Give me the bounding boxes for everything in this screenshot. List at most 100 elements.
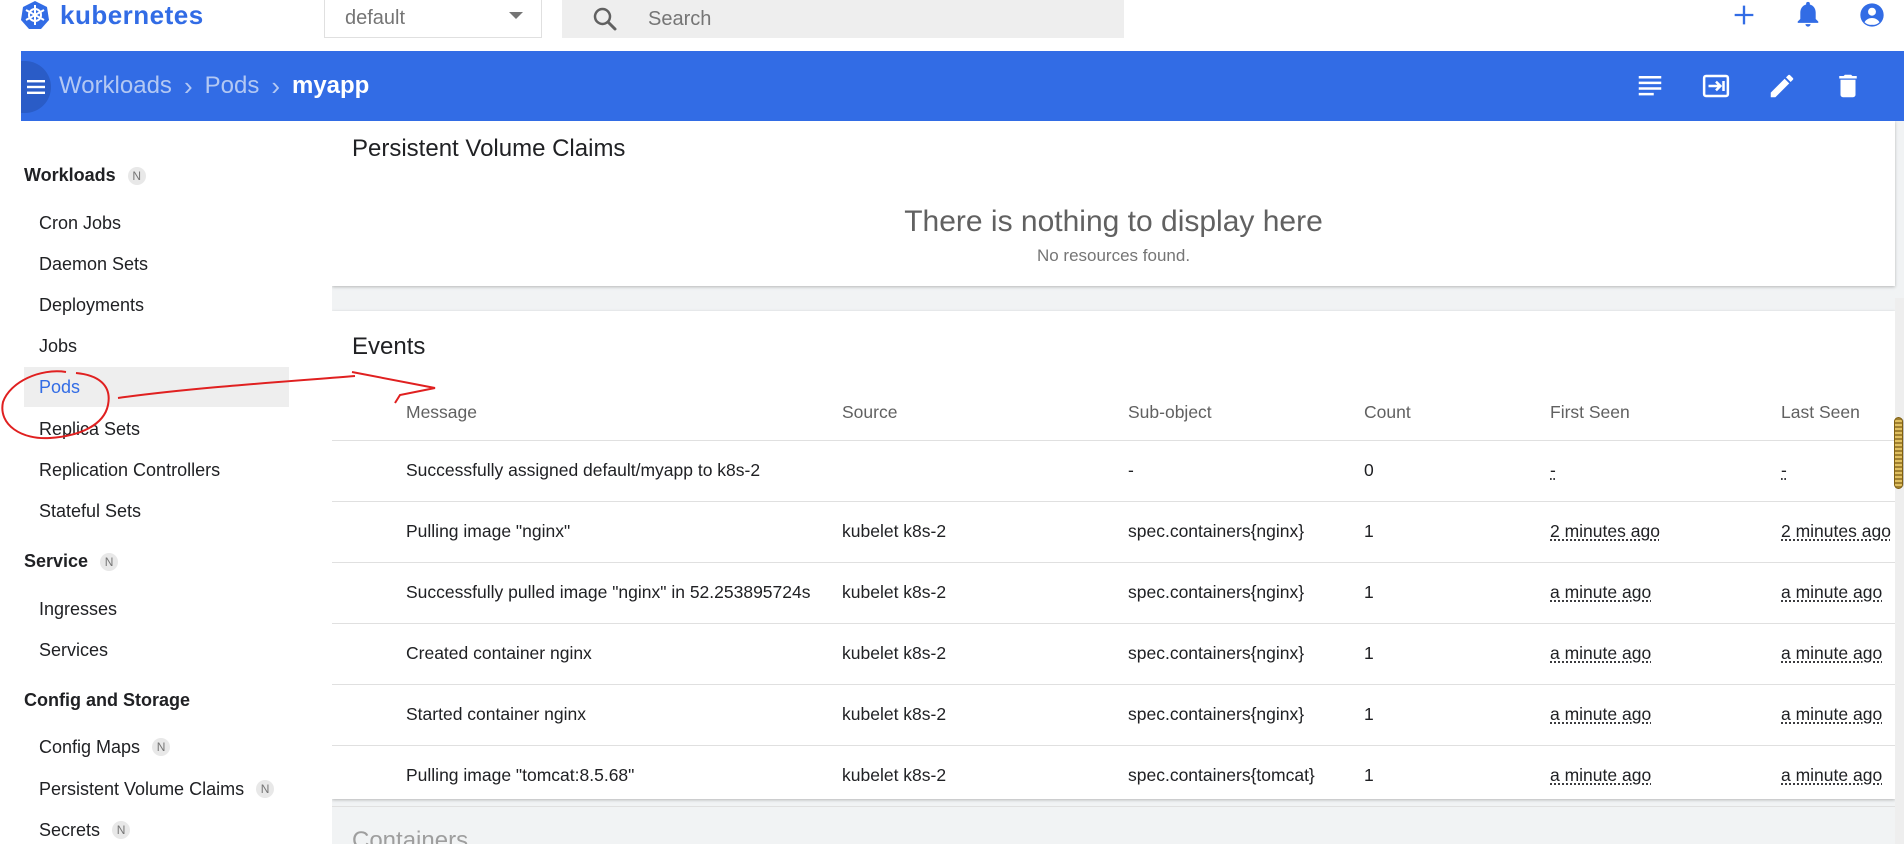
menu-button[interactable] (21, 61, 51, 113)
sidebar-item-label: Secrets (39, 819, 101, 840)
app-logo[interactable]: kubernetes (20, 0, 204, 30)
event-first-seen: a minute ago (1550, 684, 1781, 746)
event-count: 1 (1364, 501, 1550, 563)
logs-icon (1638, 76, 1662, 96)
column-header-first-seen[interactable]: First Seen (1550, 386, 1781, 441)
sidebar-item-daemon-sets[interactable]: Daemon Sets (24, 244, 289, 284)
containers-section-title: Containers (352, 827, 469, 844)
sidebar-item-label: Jobs (39, 335, 78, 356)
event-message: Pulling image "tomcat:8.5.68" (332, 745, 842, 807)
sidebar-item-label: Replica Sets (39, 418, 141, 439)
event-last-seen: a minute ago (1781, 745, 1895, 807)
sidebar-section-service[interactable]: Service N (24, 551, 119, 572)
column-header-source[interactable]: Source (842, 386, 1128, 441)
namespaced-badge: N (256, 780, 275, 798)
sidebar-item-pods[interactable]: Pods (24, 367, 289, 407)
sidebar-item-replication-controllers[interactable]: Replication Controllers (24, 450, 289, 490)
sidebar-section-label: Workloads (24, 165, 116, 185)
sidebar-item-label: Deployments (39, 294, 145, 315)
event-first-seen: a minute ago (1550, 623, 1781, 685)
resource-actions (1634, 51, 1864, 121)
menu-icon (27, 80, 45, 94)
notifications-button[interactable] (1776, 0, 1840, 30)
chevron-right-icon: › (271, 70, 280, 101)
event-subobject: - (1128, 440, 1364, 502)
table-row: Pulling image "nginx" kubelet k8s-2 spec… (332, 501, 1895, 563)
main-content: Persistent Volume Claims There is nothin… (332, 121, 1904, 844)
breadcrumb-workloads[interactable]: Workloads (59, 72, 172, 100)
event-last-seen: 2 minutes ago (1781, 501, 1895, 563)
exec-button[interactable] (1700, 70, 1732, 102)
create-button[interactable] (1712, 0, 1776, 30)
sidebar-item-label: Config Maps (39, 736, 141, 757)
sidebar-item-config-maps[interactable]: Config Maps N (24, 727, 289, 767)
logs-button[interactable] (1634, 70, 1666, 102)
column-header-count[interactable]: Count (1364, 386, 1550, 441)
sidebar-section-config-and-storage[interactable]: Config and Storage (24, 690, 190, 711)
event-last-seen: - (1781, 440, 1895, 502)
sidebar-item-services[interactable]: Services (24, 630, 289, 670)
event-message: Pulling image "nginx" (332, 501, 842, 563)
event-source: kubelet k8s-2 (842, 562, 1128, 624)
search-icon (593, 7, 617, 31)
event-first-seen: - (1550, 440, 1781, 502)
sidebar-item-label: Services (39, 639, 109, 660)
column-header-sub-object[interactable]: Sub-object (1128, 386, 1364, 441)
last-seen-time: a minute ago (1781, 643, 1883, 663)
caret-down-icon (509, 12, 523, 19)
event-count: 1 (1364, 684, 1550, 746)
table-row: Created container nginx kubelet k8s-2 sp… (332, 623, 1895, 685)
namespace-select[interactable]: default (324, 0, 542, 38)
search-bar (562, 0, 1124, 38)
page-toolbar: Workloads › Pods › myapp (21, 51, 1904, 121)
table-row: Successfully assigned default/myapp to k… (332, 440, 1895, 502)
scrollbar[interactable] (1895, 298, 1904, 844)
bell-icon (1797, 1, 1819, 27)
edit-icon (1770, 74, 1794, 98)
sidebar-item-stateful-sets[interactable]: Stateful Sets (24, 491, 289, 531)
sidebar-item-secrets[interactable]: Secrets N (24, 810, 289, 844)
event-subobject: spec.containers{nginx} (1128, 623, 1364, 685)
last-seen-time: a minute ago (1781, 582, 1883, 602)
event-last-seen: a minute ago (1781, 562, 1895, 624)
breadcrumb: Workloads › Pods › myapp (59, 51, 369, 121)
edit-button[interactable] (1766, 70, 1798, 102)
event-message: Created container nginx (332, 623, 842, 685)
delete-button[interactable] (1832, 70, 1864, 102)
table-row: Successfully pulled image "nginx" in 52.… (332, 562, 1895, 624)
sidebar-section-label: Config and Storage (24, 690, 190, 710)
event-source: kubelet k8s-2 (842, 623, 1128, 685)
sidebar-item-cron-jobs[interactable]: Cron Jobs (24, 203, 289, 243)
breadcrumb-pods[interactable]: Pods (205, 72, 260, 100)
event-count: 0 (1364, 440, 1550, 502)
account-icon (1860, 3, 1884, 27)
sidebar-item-persistent-volume-claims[interactable]: Persistent Volume Claims N (24, 769, 289, 809)
namespaced-badge: N (100, 552, 119, 571)
last-seen-time: 2 minutes ago (1781, 521, 1891, 541)
sidebar-section-label: Service (24, 551, 89, 571)
chevron-right-icon: › (183, 70, 193, 101)
sidebar-item-deployments[interactable]: Deployments (24, 285, 289, 325)
event-first-seen: a minute ago (1550, 562, 1781, 624)
events-card: Events Message Source Sub-object Count F… (332, 311, 1895, 807)
search-input[interactable] (648, 7, 1108, 31)
event-source: kubelet k8s-2 (842, 684, 1128, 746)
event-subobject: spec.containers{nginx} (1128, 684, 1364, 746)
sidebar-item-label: Cron Jobs (39, 212, 122, 233)
account-button[interactable] (1840, 0, 1904, 30)
sidebar-section-workloads[interactable]: Workloads N (24, 165, 146, 186)
column-header-message[interactable]: Message (332, 386, 842, 441)
sidebar-item-ingresses[interactable]: Ingresses (24, 589, 289, 629)
card-title: Events (352, 333, 426, 360)
top-bar: kubernetes default (0, 0, 1904, 51)
column-header-last-seen[interactable]: Last Seen (1781, 386, 1895, 441)
first-seen-time: a minute ago (1550, 765, 1652, 785)
last-seen-time: - (1781, 460, 1787, 480)
sidebar-item-jobs[interactable]: Jobs (24, 326, 289, 366)
table-row: Started container nginx kubelet k8s-2 sp… (332, 684, 1895, 746)
sidebar-item-label: Daemon Sets (39, 253, 149, 274)
sidebar-item-replica-sets[interactable]: Replica Sets (24, 409, 289, 449)
events-table: Message Source Sub-object Count First Se… (332, 386, 1895, 807)
empty-state-subtitle: No resources found. (1036, 246, 1191, 265)
exec-icon (1702, 74, 1730, 98)
